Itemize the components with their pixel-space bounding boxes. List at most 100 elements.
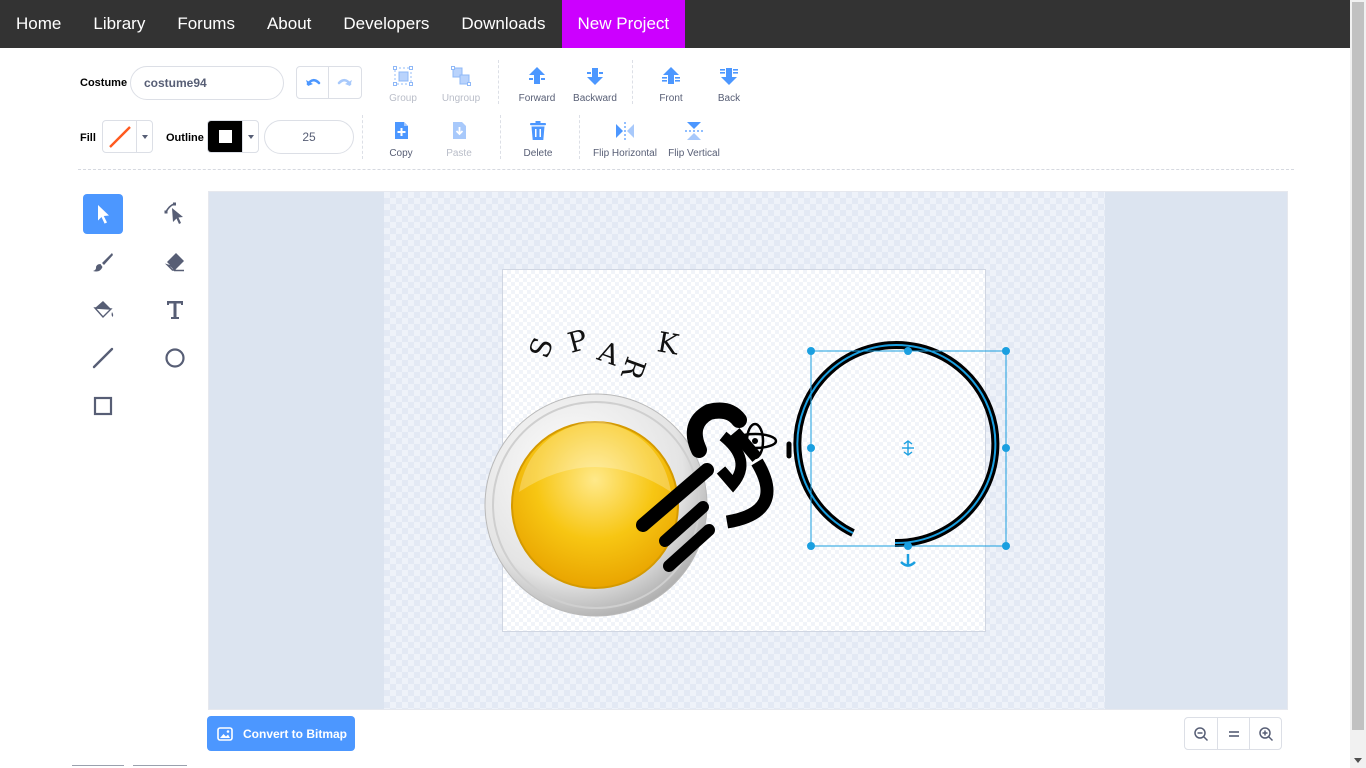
outline-color-picker[interactable] xyxy=(207,120,259,153)
front-label: Front xyxy=(659,93,683,104)
flip-horizontal-button[interactable]: Flip Horizontal xyxy=(592,120,658,159)
flip-horizontal-label: Flip Horizontal xyxy=(593,148,657,159)
flip-vertical-button[interactable]: Flip Vertical xyxy=(666,120,722,159)
back-button[interactable]: Back xyxy=(712,65,746,104)
resize-handle[interactable] xyxy=(807,542,815,550)
spark-arc-text[interactable]: S P ARK xyxy=(523,323,683,385)
resize-handle[interactable] xyxy=(1002,347,1010,355)
selected-circle-shape[interactable] xyxy=(793,341,1000,548)
zoom-controls xyxy=(1184,717,1282,750)
select-tool[interactable] xyxy=(83,194,123,234)
redo-icon xyxy=(337,78,352,86)
toolbar-divider xyxy=(498,60,499,104)
toolbar-divider xyxy=(500,115,501,159)
text-tool[interactable] xyxy=(155,290,195,330)
outline-swatch xyxy=(208,121,242,152)
backward-button[interactable]: Backward xyxy=(572,65,618,104)
paint-bucket-icon xyxy=(93,301,114,319)
trash-icon xyxy=(530,121,546,140)
fill-dropdown[interactable] xyxy=(136,121,152,152)
undo-button[interactable] xyxy=(297,67,330,98)
selection-bounding-box[interactable] xyxy=(807,347,1010,567)
costume-label: Costume xyxy=(80,77,128,89)
resize-handle[interactable] xyxy=(904,542,912,550)
scrollbar-thumb[interactable] xyxy=(1352,2,1364,730)
front-button[interactable]: Front xyxy=(654,65,688,104)
outline-swatch-center xyxy=(218,130,232,143)
nav-home[interactable]: Home xyxy=(0,0,77,48)
toolbar-separator xyxy=(78,169,1294,170)
zoom-in-icon xyxy=(1258,726,1273,741)
convert-to-bitmap-button[interactable]: Convert to Bitmap xyxy=(207,716,355,751)
outline-dropdown[interactable] xyxy=(242,121,258,152)
spark-letter: P xyxy=(564,323,591,360)
brush-tool[interactable] xyxy=(83,242,123,282)
canvas-artwork: S P ARK xyxy=(484,323,1010,617)
circle-tool[interactable] xyxy=(155,338,195,378)
outline-width-input[interactable] xyxy=(264,120,354,154)
forward-button[interactable]: Forward xyxy=(516,65,558,104)
undo-redo-group xyxy=(296,66,362,99)
forward-label: Forward xyxy=(518,93,556,104)
zoom-out-button[interactable] xyxy=(1185,718,1217,749)
eraser-tool[interactable] xyxy=(155,242,195,282)
copy-icon xyxy=(395,122,408,139)
group-button[interactable]: Group xyxy=(386,65,420,104)
line-tool[interactable] xyxy=(83,338,123,378)
select-arrow-icon xyxy=(98,205,109,224)
paste-icon xyxy=(453,122,466,139)
chevron-down-icon xyxy=(141,134,148,139)
convert-to-bitmap-label: Convert to Bitmap xyxy=(243,726,348,741)
nav-developers[interactable]: Developers xyxy=(327,0,445,48)
group-label: Group xyxy=(389,93,417,104)
toolbar-divider xyxy=(579,115,580,159)
ungroup-icon xyxy=(451,66,471,86)
resize-handle[interactable] xyxy=(807,347,815,355)
delete-button[interactable]: Delete xyxy=(520,120,556,159)
resize-handle[interactable] xyxy=(1002,444,1010,452)
paste-button[interactable]: Paste xyxy=(442,120,476,159)
fill-swatch xyxy=(103,121,136,152)
text-icon xyxy=(167,301,183,319)
forward-arrow-icon xyxy=(529,67,545,84)
nav-forums[interactable]: Forums xyxy=(161,0,251,48)
paint-canvas[interactable]: SPARK xyxy=(208,191,1288,710)
spark-letter: R xyxy=(614,353,653,385)
reshape-icon xyxy=(164,202,183,224)
page-scrollbar[interactable] xyxy=(1350,0,1366,768)
copy-label: Copy xyxy=(389,148,413,159)
circle-icon xyxy=(165,348,185,368)
nav-about[interactable]: About xyxy=(251,0,327,48)
fill-color-picker[interactable] xyxy=(102,120,153,153)
backward-arrow-icon xyxy=(587,68,603,85)
toolbar-divider xyxy=(362,115,363,159)
resize-handle[interactable] xyxy=(807,444,815,452)
nav-new-project[interactable]: New Project xyxy=(561,0,686,48)
back-label: Back xyxy=(717,93,741,104)
brush-icon xyxy=(93,253,113,272)
fill-tool[interactable] xyxy=(83,290,123,330)
reshape-tool[interactable] xyxy=(155,194,195,234)
eraser-icon xyxy=(164,253,184,272)
send-to-back-icon xyxy=(720,68,738,85)
no-fill-icon xyxy=(108,125,131,148)
ungroup-button[interactable]: Ungroup xyxy=(440,65,482,104)
nav-library[interactable]: Library xyxy=(77,0,161,48)
zoom-reset-button[interactable] xyxy=(1217,718,1249,749)
rectangle-icon xyxy=(93,396,113,416)
copy-button[interactable]: Copy xyxy=(384,120,418,159)
zoom-in-button[interactable] xyxy=(1249,718,1281,749)
resize-handle[interactable] xyxy=(1002,542,1010,550)
costume-name-input[interactable] xyxy=(130,66,284,100)
top-nav: Home Library Forums About Developers Dow… xyxy=(0,0,1350,48)
resize-handle[interactable] xyxy=(904,347,912,355)
redo-button[interactable] xyxy=(329,67,361,98)
center-move-icon[interactable] xyxy=(902,440,914,456)
bring-to-front-icon xyxy=(662,67,680,84)
nav-downloads[interactable]: Downloads xyxy=(445,0,561,48)
fill-label: Fill xyxy=(80,132,96,144)
scroll-down-arrow-icon[interactable] xyxy=(1354,758,1362,763)
rectangle-tool[interactable] xyxy=(83,386,123,426)
delete-label: Delete xyxy=(523,148,553,159)
rotate-handle-icon[interactable] xyxy=(900,554,916,567)
